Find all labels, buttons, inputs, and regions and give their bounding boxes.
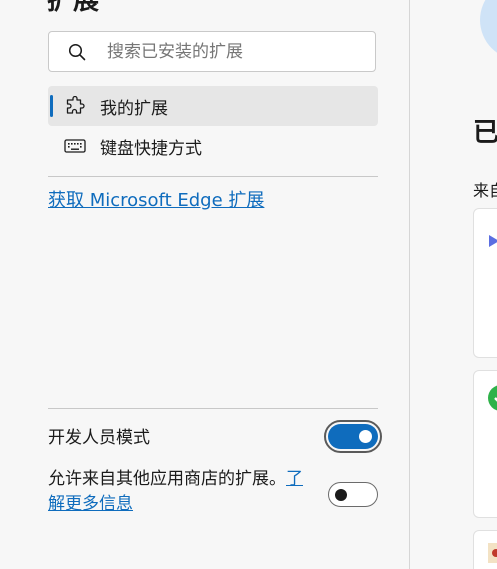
search-box[interactable] [48, 31, 376, 72]
installed-extensions-heading: 已 [473, 118, 497, 148]
other-stores-text: 允许来自其他应用商店的扩展。了解更多信息 [48, 467, 318, 517]
main-content: 已 来自 [410, 0, 497, 569]
nav-label-keyboard-shortcuts: 键盘快捷方式 [100, 138, 202, 159]
page-title: 扩展 [47, 0, 100, 16]
other-sources-heading: 来自 [473, 181, 497, 200]
toggle-knob [359, 430, 372, 443]
get-extensions-link[interactable]: 获取 Microsoft Edge 扩展 [48, 186, 264, 212]
extension-logo-icon [488, 233, 497, 252]
sidebar: 扩展 我的扩展 [0, 0, 409, 569]
puzzle-icon [64, 95, 86, 117]
nav-item-my-extensions[interactable]: 我的扩展 [48, 86, 378, 126]
keyboard-icon [64, 135, 86, 157]
extension-card[interactable] [473, 530, 497, 569]
hero-illustration [480, 0, 497, 60]
extension-logo-icon [488, 543, 497, 567]
toggle-knob [335, 489, 347, 501]
nav-item-keyboard-shortcuts[interactable]: 键盘快捷方式 [48, 126, 378, 166]
extension-card[interactable] [473, 370, 497, 518]
checkmark-icon [488, 385, 497, 415]
developer-mode-toggle[interactable] [328, 424, 378, 449]
divider [48, 176, 378, 177]
developer-mode-label: 开发人员模式 [48, 428, 150, 448]
divider [48, 408, 378, 409]
search-input[interactable] [105, 40, 359, 63]
extension-card[interactable] [473, 208, 497, 358]
other-stores-label: 允许来自其他应用商店的扩展。 [48, 469, 286, 489]
nav-label-my-extensions: 我的扩展 [100, 98, 168, 119]
other-stores-toggle[interactable] [328, 482, 378, 507]
extensions-page: 扩展 我的扩展 [0, 0, 497, 569]
active-indicator [50, 95, 53, 117]
search-icon [67, 42, 87, 62]
